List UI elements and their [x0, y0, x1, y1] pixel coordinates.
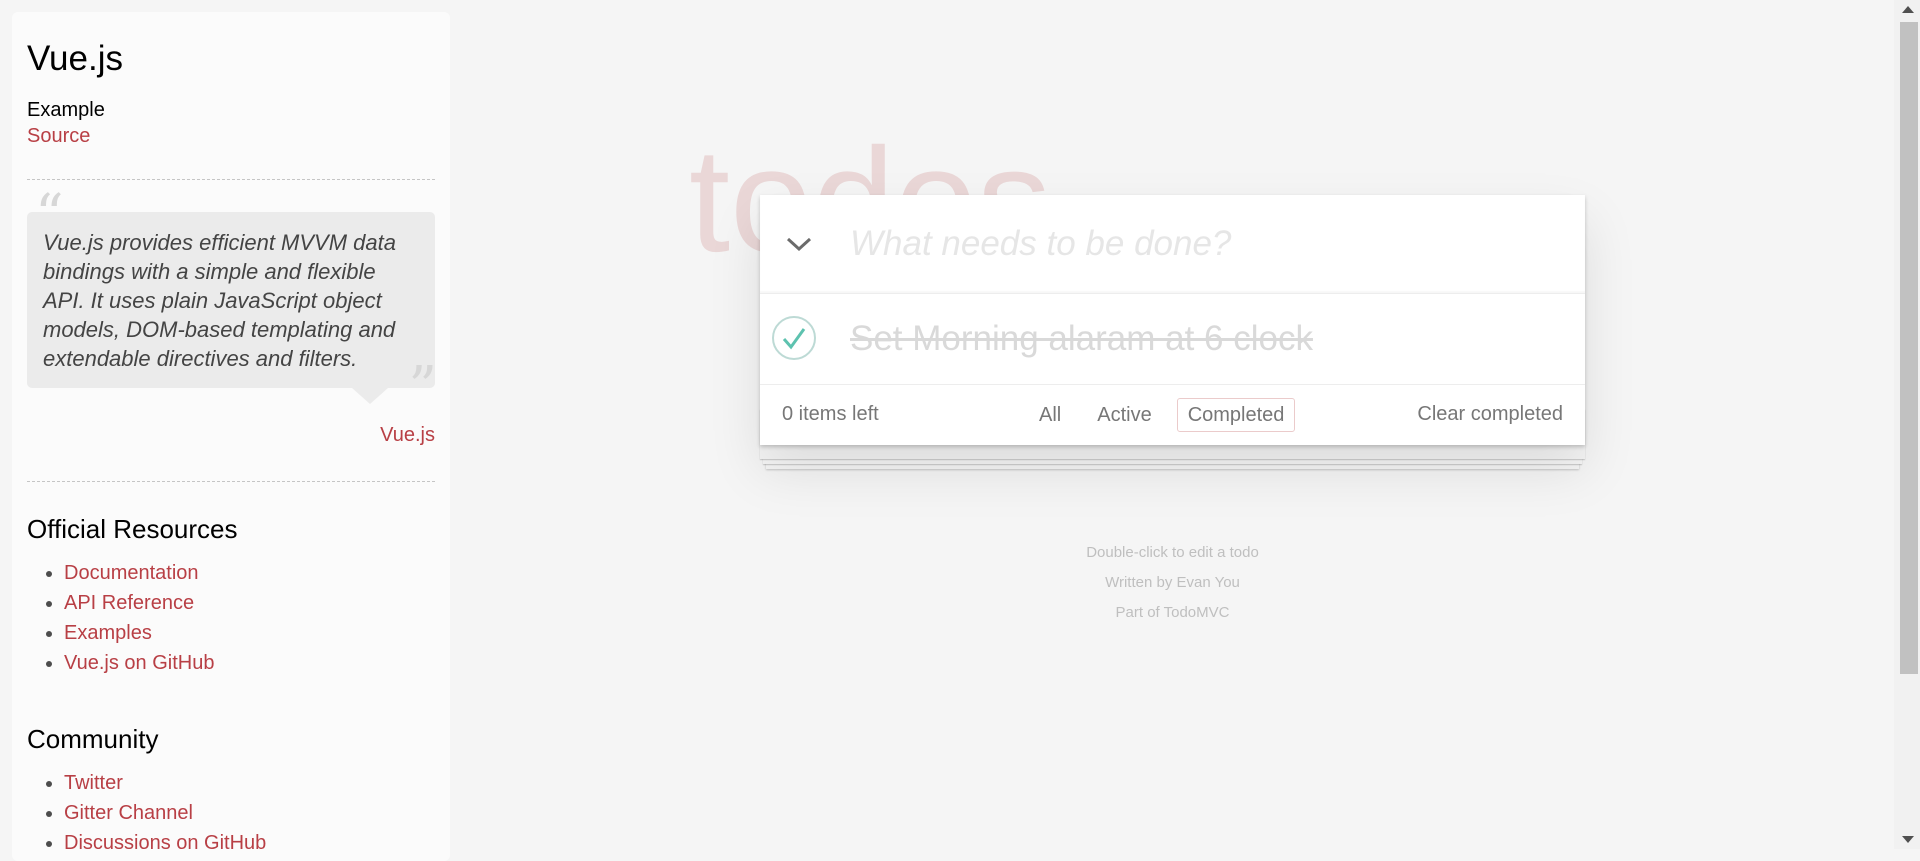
filters: All Active Completed: [1028, 398, 1296, 432]
items-left-count: 0 items left: [782, 403, 879, 425]
quote-close-mark: ”: [408, 355, 437, 420]
link-gitter[interactable]: Gitter Channel: [64, 802, 193, 824]
scroll-thumb[interactable]: [1900, 22, 1918, 674]
official-resources-heading: Official Resources: [27, 514, 238, 544]
community-list: Twitter Gitter Channel Discussions on Gi…: [27, 768, 435, 858]
todo-item[interactable]: Set Morning alaram at 6 clock: [760, 294, 1585, 385]
info-hint: Double-click to edit a todo: [1086, 544, 1259, 561]
info-footer: Double-click to edit a todo Written by E…: [760, 538, 1585, 628]
info-author: Written by Evan You: [1105, 574, 1240, 591]
link-vue-github[interactable]: Vue.js on GitHub: [64, 652, 214, 674]
filter-all[interactable]: All: [1028, 398, 1072, 432]
new-todo-input[interactable]: [848, 213, 1552, 275]
filter-completed[interactable]: Completed: [1176, 398, 1296, 432]
link-api-reference[interactable]: API Reference: [64, 592, 194, 614]
list-item: Documentation: [64, 558, 435, 588]
clear-completed-button[interactable]: Clear completed: [1417, 403, 1563, 426]
sidebar-subtitle: Example: [27, 99, 105, 121]
checkmark-icon: [782, 328, 806, 350]
scroll-down-icon[interactable]: [1902, 836, 1914, 843]
official-resources-list: Documentation API Reference Examples Vue…: [27, 558, 435, 678]
quote-author-link[interactable]: Vue.js: [380, 424, 435, 446]
filter-active[interactable]: Active: [1086, 398, 1162, 432]
link-documentation[interactable]: Documentation: [64, 562, 199, 584]
sidebar-title: Vue.js: [27, 39, 123, 78]
list-item: Twitter: [64, 768, 435, 798]
todo-footer: 0 items left All Active Completed Clear …: [760, 385, 1585, 445]
list-item: Examples: [64, 618, 435, 648]
community-heading: Community: [27, 724, 159, 754]
todo-toggle-checkbox[interactable]: [772, 316, 816, 360]
scrollbar[interactable]: [1894, 0, 1920, 849]
todo-app: Set Morning alaram at 6 clock 0 items le…: [760, 195, 1585, 445]
info-part-of: Part of TodoMVC: [1115, 604, 1230, 621]
list-item: Discussions on GitHub: [64, 828, 435, 858]
todo-label[interactable]: Set Morning alaram at 6 clock: [850, 317, 1313, 361]
link-discussions[interactable]: Discussions on GitHub: [64, 832, 266, 854]
chevron-down-icon[interactable]: [776, 221, 822, 267]
list-item: Gitter Channel: [64, 798, 435, 828]
list-item: API Reference: [64, 588, 435, 618]
link-twitter[interactable]: Twitter: [64, 772, 123, 794]
list-item: Vue.js on GitHub: [64, 648, 435, 678]
todo-header: [760, 195, 1585, 294]
divider: [27, 481, 435, 482]
link-examples[interactable]: Examples: [64, 622, 152, 644]
scroll-up-icon[interactable]: [1902, 6, 1914, 13]
